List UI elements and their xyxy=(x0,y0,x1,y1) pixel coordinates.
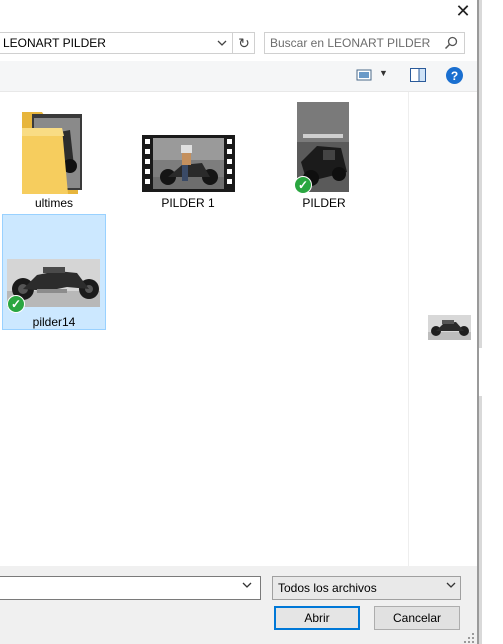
open-button[interactable]: Abrir xyxy=(274,606,360,630)
chevron-down-icon[interactable] xyxy=(242,580,252,591)
sync-status-icon: ✓ xyxy=(294,176,312,194)
file-name: pilder14 xyxy=(32,315,76,329)
resize-grip-icon[interactable] xyxy=(463,632,475,644)
file-name: PILDER 1 xyxy=(161,196,215,210)
help-icon[interactable]: ? xyxy=(446,67,463,84)
chevron-down-icon[interactable] xyxy=(446,580,456,591)
file-item-pilder[interactable]: ✓ PILDER xyxy=(272,98,376,214)
address-path[interactable]: LEONART PILDER xyxy=(3,36,106,50)
address-history-dropdown[interactable] xyxy=(213,33,231,53)
preview-thumbnail xyxy=(428,315,471,340)
video-thumbnail xyxy=(142,135,235,192)
search-icon[interactable] xyxy=(443,35,459,51)
background-scrollbar xyxy=(479,0,482,348)
view-options-icon[interactable] xyxy=(356,68,372,82)
file-item-ultimes[interactable]: ultimes xyxy=(2,98,106,214)
file-name-combobox[interactable] xyxy=(0,576,261,600)
file-item-pilder14[interactable]: ✓ pilder14 xyxy=(2,214,106,330)
command-bar xyxy=(0,61,477,92)
preview-pane-icon[interactable] xyxy=(410,68,426,82)
dialog-border xyxy=(477,0,479,644)
close-button[interactable]: ✕ xyxy=(448,0,478,22)
file-type-filter-value[interactable]: Todos los archivos xyxy=(278,581,377,595)
refresh-button[interactable]: ↻ xyxy=(232,33,255,53)
file-name: ultimes xyxy=(34,196,73,210)
cancel-button[interactable]: Cancelar xyxy=(374,606,460,630)
file-name: PILDER xyxy=(302,196,346,210)
chevron-down-icon xyxy=(217,40,227,46)
background-scrollbar-lower xyxy=(479,396,482,644)
sync-status-icon: ✓ xyxy=(7,295,25,313)
file-item-pilder-1[interactable]: PILDER 1 xyxy=(136,98,240,214)
search-input[interactable] xyxy=(270,35,435,51)
folder-icon xyxy=(22,112,82,194)
refresh-icon: ↻ xyxy=(238,34,250,51)
close-icon: ✕ xyxy=(455,0,471,21)
view-dropdown-icon[interactable]: ▼ xyxy=(379,68,388,78)
